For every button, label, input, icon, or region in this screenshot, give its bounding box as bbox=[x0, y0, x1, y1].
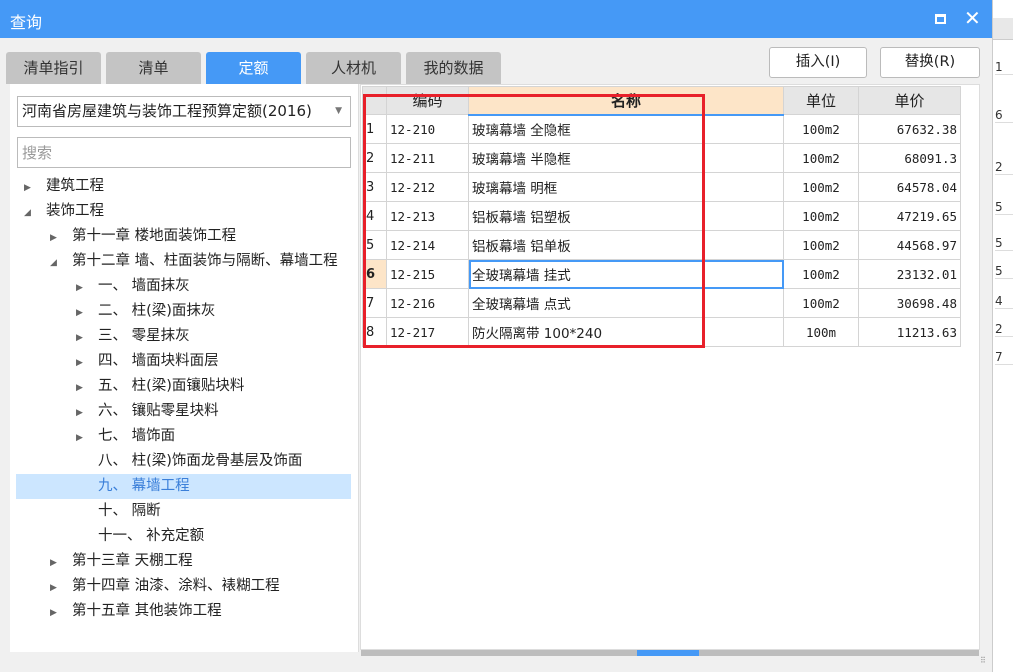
tree-item[interactable]: 十、 隔断 bbox=[16, 499, 351, 524]
search-input[interactable] bbox=[17, 137, 351, 168]
background-window-strip: 1 6 2 5 5 5 4 2 7 bbox=[992, 0, 1013, 672]
tree-item-label: 九、 幕墙工程 bbox=[98, 478, 190, 494]
background-cell: 2 bbox=[995, 322, 1013, 337]
tree-item[interactable]: ▶ 一、 墙面抹灰 bbox=[16, 274, 351, 299]
tree-item[interactable]: ▶ 第十一章 楼地面装饰工程 bbox=[16, 224, 351, 249]
insert-button[interactable]: 插入(I) bbox=[769, 47, 867, 78]
background-cell: 4 bbox=[995, 294, 1013, 309]
tree-item[interactable]: 九、 幕墙工程 bbox=[16, 474, 351, 499]
tree-item-label: 第十四章 油漆、涂料、裱糊工程 bbox=[72, 578, 280, 594]
resize-grip-icon[interactable]: ⠿ bbox=[980, 656, 986, 665]
background-cell: 5 bbox=[995, 264, 1013, 279]
cell-pr[interactable]: 23132.01 bbox=[858, 259, 961, 289]
cell-pr[interactable]: 67632.38 bbox=[858, 114, 961, 144]
caret-expanded-icon[interactable]: ◢ bbox=[24, 201, 38, 226]
caret-right-icon[interactable]: ▶ bbox=[50, 551, 64, 576]
cell-un[interactable]: 100m2 bbox=[783, 230, 859, 260]
cell-un[interactable]: 100m2 bbox=[783, 288, 859, 318]
tree-item-label: 第十三章 天棚工程 bbox=[72, 553, 193, 569]
tab-3[interactable]: 人材机 bbox=[306, 52, 401, 84]
tree-item[interactable]: ▶ 四、 墙面块料面层 bbox=[16, 349, 351, 374]
caret-right-icon[interactable]: ▶ bbox=[76, 301, 90, 326]
caret-expanded-icon[interactable]: ◢ bbox=[50, 251, 64, 276]
tree-item[interactable]: ▶ 第十五章 其他装饰工程 bbox=[16, 599, 351, 624]
caret-right-icon[interactable]: ▶ bbox=[76, 426, 90, 451]
tree-item-label: 第十一章 楼地面装饰工程 bbox=[72, 228, 237, 244]
cell-pr[interactable]: 68091.3 bbox=[858, 143, 961, 173]
tree-item[interactable]: ▶ 建筑工程 bbox=[16, 174, 351, 199]
background-cell: 5 bbox=[995, 200, 1013, 215]
tree-item-label: 十、 隔断 bbox=[98, 503, 161, 519]
tab-4[interactable]: 我的数据 bbox=[406, 52, 501, 84]
tree-item-label: 装饰工程 bbox=[46, 203, 104, 219]
tree-item-label: 四、 墙面块料面层 bbox=[98, 353, 219, 369]
tree-item[interactable]: ▶ 五、 柱(梁)面镶贴块料 bbox=[16, 374, 351, 399]
tree-item-label: 第十五章 其他装饰工程 bbox=[72, 603, 222, 619]
caret-right-icon[interactable]: ▶ bbox=[76, 376, 90, 401]
caret-right-icon[interactable]: ▶ bbox=[76, 276, 90, 301]
maximize-icon[interactable] bbox=[935, 14, 946, 24]
background-cell: 5 bbox=[995, 236, 1013, 251]
tree-item[interactable]: ◢ 第十二章 墙、柱面装饰与隔断、幕墙工程 bbox=[16, 249, 351, 274]
cell-pr[interactable]: 30698.48 bbox=[858, 288, 961, 318]
query-dialog: 查询 ✕ 河南省房屋建筑与装饰工程预算定额(2016) ▼ 插入(I) 替换(R… bbox=[0, 0, 992, 672]
tree-item-label: 六、 镶贴零星块料 bbox=[98, 403, 219, 419]
caret-right-icon[interactable]: ▶ bbox=[50, 226, 64, 251]
background-cell: 2 bbox=[995, 160, 1013, 175]
cell-un[interactable]: 100m2 bbox=[783, 143, 859, 173]
caret-right-icon[interactable]: ▶ bbox=[76, 351, 90, 376]
highlight-box bbox=[363, 94, 705, 348]
background-cell: 1 bbox=[995, 60, 1013, 75]
caret-right-icon[interactable]: ▶ bbox=[76, 326, 90, 351]
tree-item[interactable]: ▶ 第十四章 油漆、涂料、裱糊工程 bbox=[16, 574, 351, 599]
tree-item-label: 一、 墙面抹灰 bbox=[98, 278, 190, 294]
dropdown-value: 河南省房屋建筑与装饰工程预算定额(2016) bbox=[22, 102, 312, 120]
chevron-down-icon: ▼ bbox=[335, 106, 342, 116]
column-header[interactable]: 单价 bbox=[858, 86, 961, 115]
tree-item[interactable]: ▶ 七、 墙饰面 bbox=[16, 424, 351, 449]
tree-item-label: 三、 零星抹灰 bbox=[98, 328, 190, 344]
quota-library-dropdown[interactable]: 河南省房屋建筑与装饰工程预算定额(2016) ▼ bbox=[17, 96, 351, 127]
window-title: 查询 bbox=[10, 13, 43, 32]
tree-item-label: 七、 墙饰面 bbox=[98, 428, 176, 444]
cell-pr[interactable]: 47219.65 bbox=[858, 201, 961, 231]
tree-item-label: 十一、 补充定额 bbox=[98, 528, 205, 544]
title-bar[interactable]: 查询 ✕ bbox=[0, 0, 992, 38]
background-cell: 6 bbox=[995, 108, 1013, 123]
tree-item-label: 二、 柱(梁)面抹灰 bbox=[98, 303, 216, 319]
cell-un[interactable]: 100m2 bbox=[783, 114, 859, 144]
tree-item[interactable]: ▶ 三、 零星抹灰 bbox=[16, 324, 351, 349]
tree-item[interactable]: 十一、 补充定额 bbox=[16, 524, 351, 549]
cell-un[interactable]: 100m2 bbox=[783, 259, 859, 289]
close-icon[interactable]: ✕ bbox=[964, 6, 981, 30]
tree-item-label: 建筑工程 bbox=[46, 178, 104, 194]
tree-item-label: 第十二章 墙、柱面装饰与隔断、幕墙工程 bbox=[72, 253, 338, 269]
tab-2[interactable]: 定额 bbox=[206, 52, 301, 84]
cell-un[interactable]: 100m2 bbox=[783, 172, 859, 202]
tree-item[interactable]: ◢ 装饰工程 bbox=[16, 199, 351, 224]
tree-item[interactable]: 八、 柱(梁)饰面龙骨基层及饰面 bbox=[16, 449, 351, 474]
caret-right-icon[interactable]: ▶ bbox=[50, 576, 64, 601]
tree-item[interactable]: ▶ 六、 镶贴零星块料 bbox=[16, 399, 351, 424]
cell-pr[interactable]: 44568.97 bbox=[858, 230, 961, 260]
cell-pr[interactable]: 11213.63 bbox=[858, 317, 961, 347]
replace-button[interactable]: 替换(R) bbox=[880, 47, 980, 78]
column-header[interactable]: 单位 bbox=[783, 86, 859, 115]
cell-un[interactable]: 100m bbox=[783, 317, 859, 347]
tree-item-label: 八、 柱(梁)饰面龙骨基层及饰面 bbox=[98, 453, 303, 469]
cell-pr[interactable]: 64578.04 bbox=[858, 172, 961, 202]
tab-1[interactable]: 清单 bbox=[106, 52, 201, 84]
cell-un[interactable]: 100m2 bbox=[783, 201, 859, 231]
scroll-thumb[interactable] bbox=[637, 650, 699, 656]
caret-right-icon[interactable]: ▶ bbox=[50, 601, 64, 626]
tree-item[interactable]: ▶ 二、 柱(梁)面抹灰 bbox=[16, 299, 351, 324]
horizontal-scrollbar[interactable] bbox=[361, 650, 979, 656]
caret-right-icon[interactable]: ▶ bbox=[76, 401, 90, 426]
caret-right-icon[interactable]: ▶ bbox=[24, 176, 38, 201]
background-cell: 7 bbox=[995, 350, 1013, 365]
tree-item-label: 五、 柱(梁)面镶贴块料 bbox=[98, 378, 245, 394]
tree-item[interactable]: ▶ 第十三章 天棚工程 bbox=[16, 549, 351, 574]
tab-0[interactable]: 清单指引 bbox=[6, 52, 101, 84]
